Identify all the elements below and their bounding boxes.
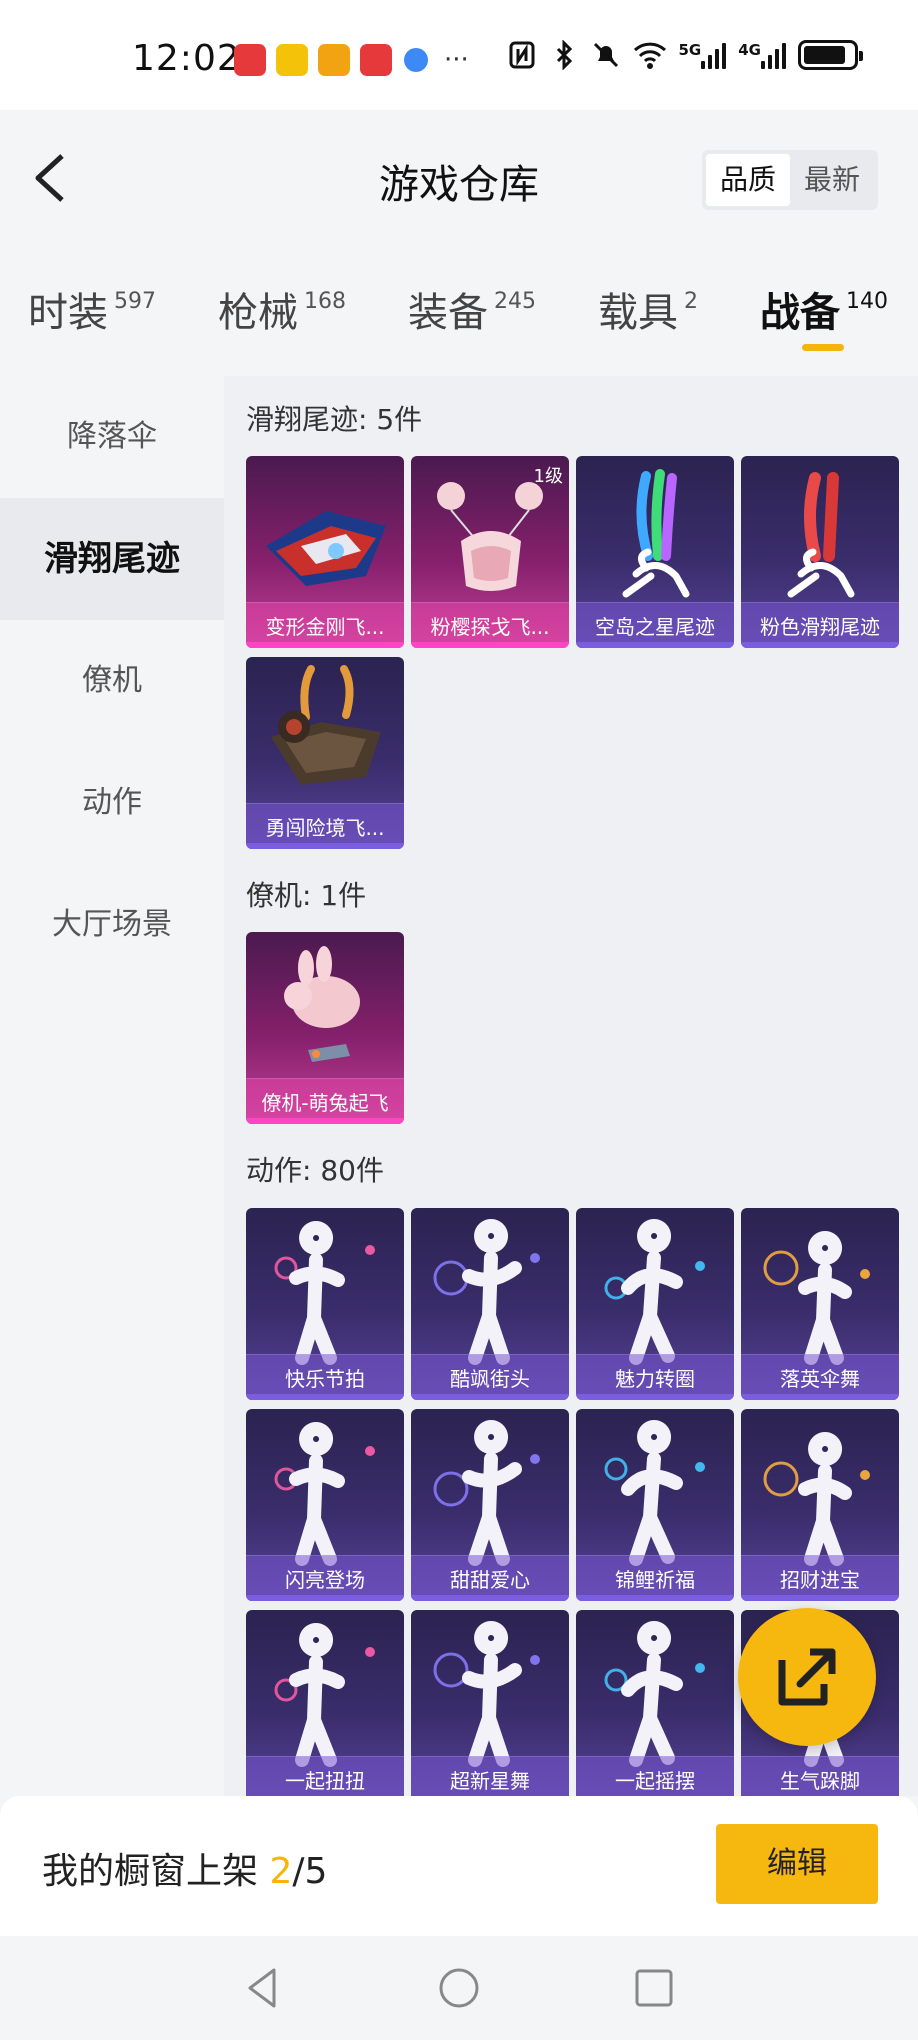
header: 游戏仓库 品质 最新	[0, 110, 918, 250]
warehouse-page: 12:02 ··· 5G 4G 游戏仓库 品质 最新 时装 597 枪械 168…	[0, 0, 918, 2040]
item-tile[interactable]: 僚机-萌兔起飞	[246, 932, 404, 1124]
sidebar-item-wingman[interactable]: 僚机	[0, 620, 224, 742]
status-app-icons: ···	[234, 44, 469, 76]
emote-tile[interactable]: 一起摇摆	[576, 1610, 734, 1796]
battery-icon	[798, 40, 863, 70]
emote-tile[interactable]: 锦鲤祈福	[576, 1409, 734, 1601]
emote-tile[interactable]: 闪亮登场	[246, 1409, 404, 1601]
sort-newest-button[interactable]: 最新	[790, 154, 874, 206]
sidebar: 降落伞 滑翔尾迹 僚机 动作 大厅场景	[0, 376, 224, 1796]
showcase-panel: 我的橱窗上架 2/5 编辑	[0, 1796, 918, 1936]
sidebar-item-lobby-scene[interactable]: 大厅场景	[0, 864, 224, 986]
game-app-icon	[318, 44, 350, 76]
tab-weapons[interactable]: 枪械 168	[218, 280, 346, 338]
item-tile[interactable]: 勇闯险境飞...	[246, 657, 404, 849]
section-title-trail: 滑翔尾迹: 5件	[246, 403, 423, 436]
tab-equipment[interactable]: 装备 245	[408, 280, 536, 338]
active-tab-indicator	[802, 344, 844, 351]
showcase-count: 我的橱窗上架 2/5	[42, 1851, 328, 1892]
section-title-wingman: 僚机: 1件	[246, 879, 367, 912]
huawei-app-icon	[234, 44, 266, 76]
status-time: 12:02	[132, 38, 241, 79]
category-tabs: 时装 597 枪械 168 装备 245 载具 2 战备 140	[0, 260, 918, 360]
item-grid: 滑翔尾迹: 5件 变形金刚飞... 1级 粉樱探戈飞... 空岛之星尾迹 粉色滑…	[224, 376, 918, 1796]
taobao-app-icon	[276, 44, 308, 76]
nfc-icon	[509, 41, 534, 69]
section-title-emote: 动作: 80件	[246, 1154, 384, 1187]
sidebar-item-glide-trail[interactable]: 滑翔尾迹	[0, 498, 224, 620]
emote-tile[interactable]: 落英伞舞	[741, 1208, 899, 1400]
signal-icon: 5G	[679, 41, 727, 69]
bluetooth-icon	[556, 40, 572, 70]
item-tile[interactable]: 空岛之星尾迹	[576, 456, 734, 648]
emote-tile[interactable]: 超新星舞	[411, 1610, 569, 1796]
status-bar: 12:02 ··· 5G 4G	[0, 0, 918, 110]
sort-toggle: 品质 最新	[702, 150, 878, 210]
emote-tile[interactable]: 招财进宝	[741, 1409, 899, 1601]
status-indicators: 5G 4G	[507, 40, 863, 70]
item-tile[interactable]: 粉色滑翔尾迹	[741, 456, 899, 648]
signal-icon: 4G	[738, 41, 786, 69]
emote-tile[interactable]: 魅力转圈	[576, 1208, 734, 1400]
tab-fashion[interactable]: 时装 597	[28, 280, 156, 338]
sidebar-item-parachute[interactable]: 降落伞	[0, 376, 224, 498]
nav-back-icon[interactable]	[236, 1962, 288, 2014]
system-nav-bar	[0, 1936, 918, 2040]
tab-vehicles[interactable]: 载具 2	[598, 280, 698, 338]
emote-tile[interactable]: 酷飒街头	[411, 1208, 569, 1400]
share-button[interactable]	[738, 1608, 876, 1746]
more-icon: ···	[444, 45, 469, 75]
browser-icon	[404, 48, 428, 72]
nav-home-icon[interactable]	[433, 1962, 485, 2014]
share-icon	[778, 1648, 836, 1706]
nav-recent-icon[interactable]	[628, 1962, 680, 2014]
huawei-app-icon	[360, 44, 392, 76]
level-badge: 1级	[533, 466, 563, 487]
emote-tile[interactable]: 甜甜爱心	[411, 1409, 569, 1601]
tab-supplies[interactable]: 战备 140	[760, 280, 888, 338]
emote-tile[interactable]: 快乐节拍	[246, 1208, 404, 1400]
sidebar-item-emote[interactable]: 动作	[0, 742, 224, 864]
item-tile[interactable]: 变形金刚飞...	[246, 456, 404, 648]
edit-button[interactable]: 编辑	[716, 1824, 878, 1904]
emote-tile[interactable]: 一起扭扭	[246, 1610, 404, 1796]
sort-quality-button[interactable]: 品质	[706, 154, 790, 206]
item-tile[interactable]: 1级 粉樱探戈飞...	[411, 456, 569, 648]
mute-icon	[593, 42, 618, 68]
wifi-icon	[633, 42, 666, 69]
